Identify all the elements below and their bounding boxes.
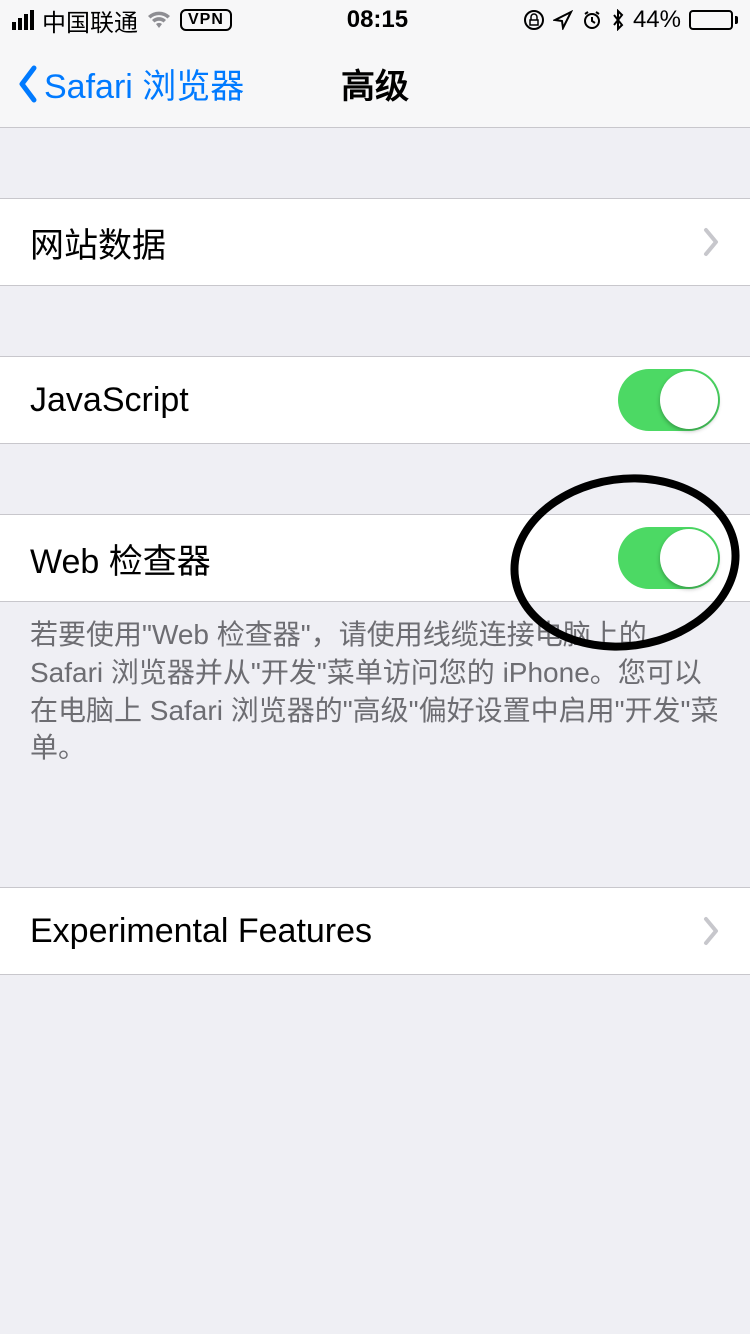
toggle-web-inspector[interactable] (618, 527, 720, 589)
bluetooth-icon (611, 9, 625, 31)
alarm-icon (581, 9, 603, 31)
row-web-inspector: Web 检查器 (0, 514, 750, 602)
back-button[interactable]: Safari 浏览器 (16, 59, 244, 108)
spacer (0, 128, 750, 198)
chevron-left-icon (16, 64, 40, 104)
row-javascript: JavaScript (0, 356, 750, 444)
nav-bar: Safari 浏览器 高级 (0, 40, 750, 128)
row-experimental-features[interactable]: Experimental Features (0, 887, 750, 975)
carrier-label: 中国联通 (42, 3, 138, 38)
back-label: Safari 浏览器 (44, 59, 244, 108)
chevron-right-icon (702, 227, 720, 257)
orientation-lock-icon (523, 9, 545, 31)
vpn-badge: VPN (180, 9, 232, 31)
spacer (0, 767, 750, 887)
status-right: 44% (523, 6, 738, 34)
wifi-icon (146, 10, 172, 30)
battery-percent: 44% (633, 6, 681, 34)
spacer (0, 286, 750, 356)
toggle-javascript[interactable] (618, 369, 720, 431)
spacer (0, 444, 750, 514)
signal-icon (12, 10, 34, 30)
status-left: 中国联通 VPN (12, 3, 232, 38)
row-label: 网站数据 (30, 218, 166, 267)
status-bar: 中国联通 VPN 08:15 44% (0, 0, 750, 40)
row-label: Web 检查器 (30, 534, 211, 583)
row-label: JavaScript (30, 381, 189, 420)
web-inspector-help: 若要使用"Web 检查器"，请使用线缆连接电脑上的 Safari 浏览器并从"开… (0, 602, 750, 767)
row-label: Experimental Features (30, 912, 372, 951)
location-icon (553, 10, 573, 30)
battery-icon (689, 10, 738, 30)
chevron-right-icon (702, 916, 720, 946)
row-website-data[interactable]: 网站数据 (0, 198, 750, 286)
status-time: 08:15 (347, 6, 408, 34)
